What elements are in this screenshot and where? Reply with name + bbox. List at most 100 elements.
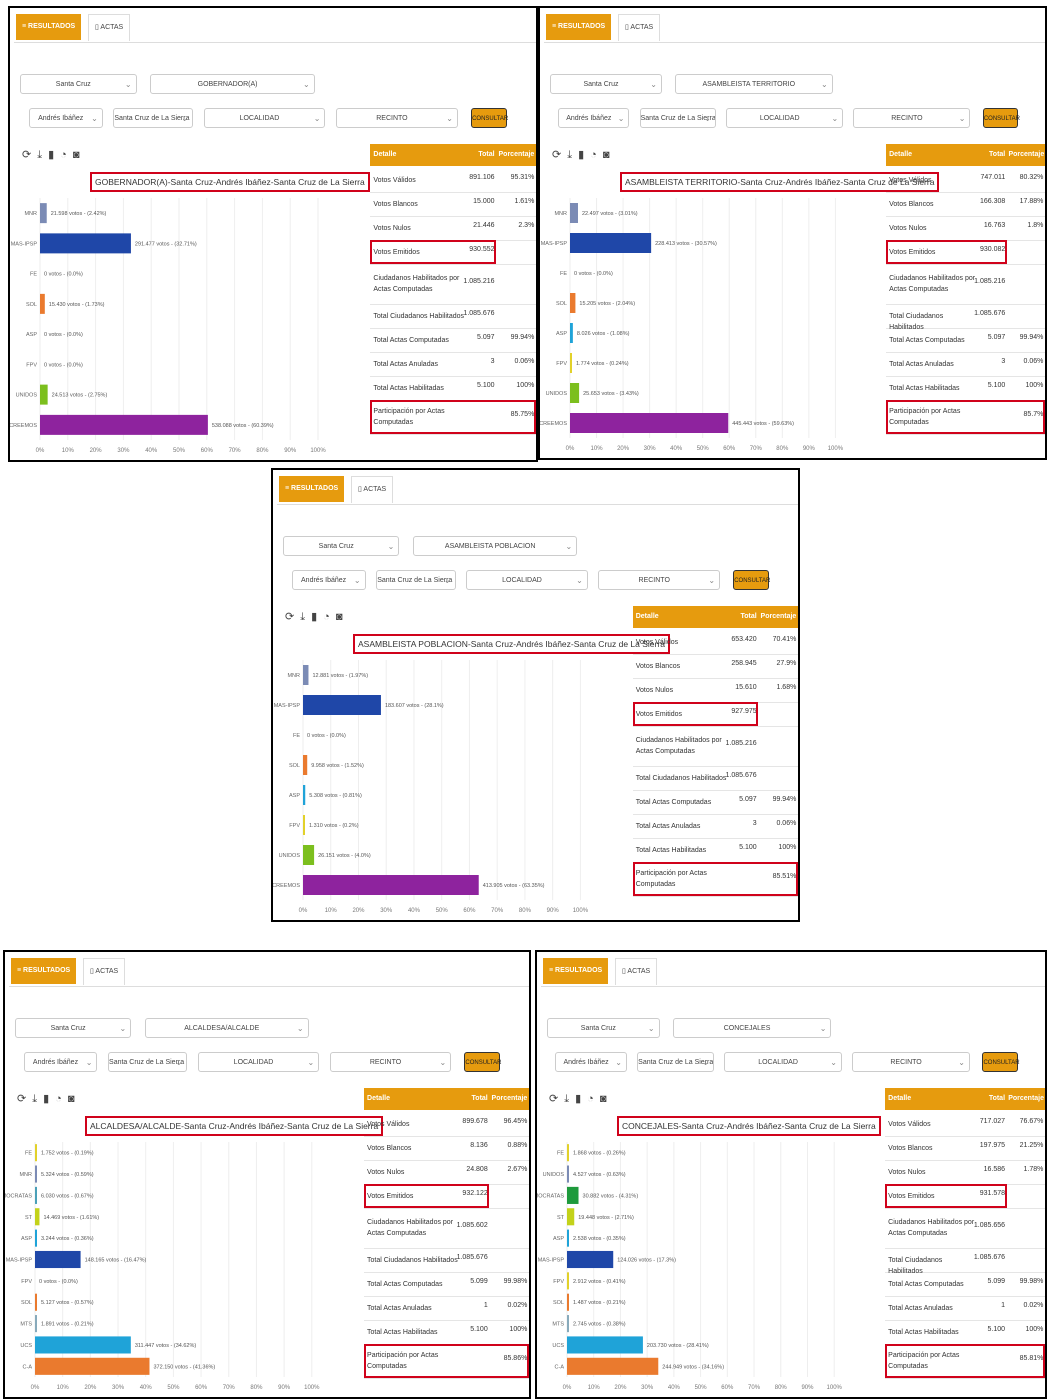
tab-resultados[interactable]: ≡ RESULTADOS [546, 14, 612, 40]
recinto-select[interactable]: RECINTO ⌄ [329, 1052, 452, 1072]
bar[interactable] [570, 323, 573, 343]
download-icon[interactable]: ⤓ [567, 149, 578, 161]
department-select[interactable]: Santa Cruz ⌄ [547, 1018, 660, 1038]
bar[interactable] [570, 413, 729, 433]
tab-actas[interactable]: ▯ ACTAS [618, 14, 661, 41]
province-select[interactable]: Andrés Ibáñez ⌄ [291, 570, 366, 590]
province-select[interactable]: Andrés Ibáñez ⌄ [28, 108, 103, 128]
bar-chart-icon[interactable]: ▮ [575, 1093, 587, 1105]
bar[interactable] [570, 293, 576, 313]
pie-chart-icon[interactable]: ◔ [587, 1093, 600, 1105]
bar[interactable] [40, 293, 45, 314]
bar[interactable] [303, 785, 306, 805]
camera-icon[interactable]: ◙ [68, 1093, 81, 1105]
download-icon[interactable]: ⤓ [37, 149, 48, 161]
consultar-button[interactable]: CONSULTAR [982, 1052, 1020, 1072]
bar-chart-icon[interactable]: ▮ [311, 611, 323, 623]
tab-actas[interactable]: ▯ ACTAS [615, 958, 658, 985]
bar[interactable] [567, 1144, 569, 1162]
bar[interactable] [35, 1336, 131, 1354]
election-type-select[interactable]: ASAMBLEISTA POBLACION ⌄ [413, 536, 578, 556]
bar-chart-icon[interactable]: ▮ [43, 1093, 55, 1105]
bar[interactable] [567, 1336, 643, 1354]
municipality-select[interactable]: Santa Cruz de La Sierra ⌄ [637, 1052, 714, 1072]
recinto-select[interactable]: RECINTO ⌄ [852, 1052, 970, 1072]
department-select[interactable]: Santa Cruz ⌄ [550, 74, 662, 94]
bar[interactable] [570, 353, 572, 373]
bar[interactable] [567, 1165, 569, 1183]
consultar-button[interactable]: CONSULTAR [733, 570, 770, 590]
pie-chart-icon[interactable]: ◔ [60, 149, 73, 161]
bar-chart-icon[interactable]: ▮ [578, 149, 590, 161]
download-icon[interactable]: ⤓ [564, 1093, 575, 1105]
download-icon[interactable]: ⤓ [32, 1093, 43, 1105]
recinto-select[interactable]: RECINTO ⌄ [598, 570, 721, 590]
bar[interactable] [35, 1144, 37, 1162]
refresh-icon[interactable]: ⟳ [17, 1093, 32, 1105]
locality-select[interactable]: LOCALIDAD ⌄ [203, 108, 326, 128]
refresh-icon[interactable]: ⟳ [285, 611, 300, 623]
tab-resultados[interactable]: ≡ RESULTADOS [11, 958, 77, 984]
bar[interactable] [567, 1315, 569, 1333]
bar[interactable] [35, 1293, 37, 1311]
bar[interactable] [303, 875, 479, 895]
refresh-icon[interactable]: ⟳ [22, 149, 37, 161]
camera-icon[interactable]: ◙ [600, 1093, 613, 1105]
download-icon[interactable]: ⤓ [300, 611, 311, 623]
bar[interactable] [35, 1357, 150, 1375]
bar[interactable] [40, 233, 131, 254]
tab-actas[interactable]: ▯ ACTAS [88, 14, 131, 41]
bar[interactable] [567, 1229, 569, 1247]
bar[interactable] [567, 1357, 659, 1375]
municipality-select[interactable]: Santa Cruz de La Sierra ⌄ [376, 570, 456, 590]
camera-icon[interactable]: ◙ [603, 149, 616, 161]
bar[interactable] [35, 1208, 40, 1226]
municipality-select[interactable]: Santa Cruz de La Sierra ⌄ [113, 108, 193, 128]
consultar-button[interactable]: CONSULTAR [982, 108, 1020, 128]
province-select[interactable]: Andrés Ibáñez ⌄ [555, 1052, 627, 1072]
recinto-select[interactable]: RECINTO ⌄ [853, 108, 971, 128]
bar[interactable] [35, 1315, 37, 1333]
bar[interactable] [35, 1229, 37, 1247]
tab-resultados[interactable]: ≡ RESULTADOS [543, 958, 609, 984]
locality-select[interactable]: LOCALIDAD ⌄ [466, 570, 588, 590]
province-select[interactable]: Andrés Ibáñez ⌄ [23, 1052, 98, 1072]
bar[interactable] [567, 1250, 614, 1269]
bar[interactable] [567, 1208, 575, 1226]
election-type-select[interactable]: ASAMBLEISTA TERRITORIO ⌄ [674, 74, 833, 94]
tab-resultados[interactable]: ≡ RESULTADOS [279, 476, 345, 502]
bar[interactable] [303, 665, 309, 685]
bar[interactable] [567, 1186, 579, 1204]
bar[interactable] [40, 384, 48, 405]
bar[interactable] [570, 383, 580, 403]
election-type-select[interactable]: GOBERNADOR(A) ⌄ [150, 74, 315, 94]
bar[interactable] [40, 414, 208, 435]
camera-icon[interactable]: ◙ [73, 149, 86, 161]
municipality-select[interactable]: Santa Cruz de La Sierra ⌄ [108, 1052, 188, 1072]
bar[interactable] [35, 1186, 37, 1204]
refresh-icon[interactable]: ⟳ [549, 1093, 564, 1105]
locality-select[interactable]: LOCALIDAD ⌄ [197, 1052, 320, 1072]
pie-chart-icon[interactable]: ◔ [55, 1093, 68, 1105]
bar[interactable] [567, 1293, 569, 1311]
bar[interactable] [303, 695, 381, 715]
bar-chart-icon[interactable]: ▮ [48, 149, 60, 161]
tab-actas[interactable]: ▯ ACTAS [351, 476, 394, 503]
bar[interactable] [40, 203, 47, 224]
locality-select[interactable]: LOCALIDAD ⌄ [726, 108, 844, 128]
consultar-button[interactable]: CONSULTAR [471, 108, 508, 128]
municipality-select[interactable]: Santa Cruz de La Sierra ⌄ [639, 108, 716, 128]
election-type-select[interactable]: ALCALDESA/ALCALDE ⌄ [144, 1018, 309, 1038]
province-select[interactable]: Andrés Ibáñez ⌄ [558, 108, 630, 128]
bar[interactable] [303, 755, 308, 775]
locality-select[interactable]: LOCALIDAD ⌄ [724, 1052, 842, 1072]
pie-chart-icon[interactable]: ◔ [590, 149, 603, 161]
bar[interactable] [567, 1272, 569, 1290]
refresh-icon[interactable]: ⟳ [552, 149, 567, 161]
consultar-button[interactable]: CONSULTAR [464, 1052, 501, 1072]
bar[interactable] [570, 233, 652, 253]
bar[interactable] [35, 1165, 37, 1183]
department-select[interactable]: Santa Cruz ⌄ [283, 536, 400, 556]
department-select[interactable]: Santa Cruz ⌄ [15, 1018, 132, 1038]
recinto-select[interactable]: RECINTO ⌄ [336, 108, 458, 128]
